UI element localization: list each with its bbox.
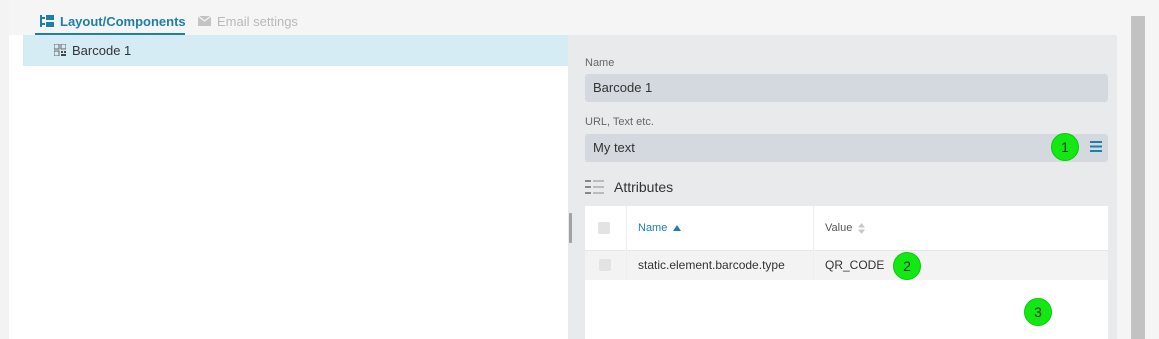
column-header-name[interactable]: Name [638,222,682,234]
tab-email-settings[interactable]: Email settings [198,8,298,34]
sort-ascending-icon [673,225,682,231]
tree-item-label: Barcode 1 [72,43,132,58]
marker-badge-2: 2 [893,252,921,280]
envelope-icon [198,16,211,26]
marker-badge-3: 3 [1024,298,1052,326]
attribute-name-cell: static.element.barcode.type [638,258,785,272]
tab-layout-components[interactable]: Layout/Components [40,8,186,34]
list-icon [585,180,604,194]
column-value-label: Value [825,222,853,234]
attribute-value-cell: QR_CODE [825,258,885,272]
row-checkbox[interactable] [599,259,611,271]
name-input[interactable]: Barcode 1 [585,74,1108,102]
barcode-icon [54,44,66,56]
name-field-label: Name [585,57,615,69]
column-divider [626,206,627,280]
component-tree [23,35,568,339]
left-gutter [0,0,9,339]
tree-icon [40,15,54,27]
sort-icon [858,222,866,234]
select-all-checkbox[interactable] [598,222,610,234]
url-field-label: URL, Text etc. [585,116,654,128]
column-divider [813,206,814,280]
column-header-value[interactable]: Value [825,222,866,234]
column-name-label: Name [638,222,668,234]
tab-layout-label: Layout/Components [60,13,186,29]
url-text-input[interactable]: My text [585,134,1108,162]
tab-email-label: Email settings [217,13,298,29]
menu-icon[interactable] [1090,141,1102,152]
attributes-title: Attributes [614,179,674,195]
panel-splitter[interactable] [568,35,585,339]
scrollbar-thumb[interactable] [1131,16,1145,339]
splitter-handle[interactable] [569,213,572,243]
marker-badge-1: 1 [1051,133,1079,161]
